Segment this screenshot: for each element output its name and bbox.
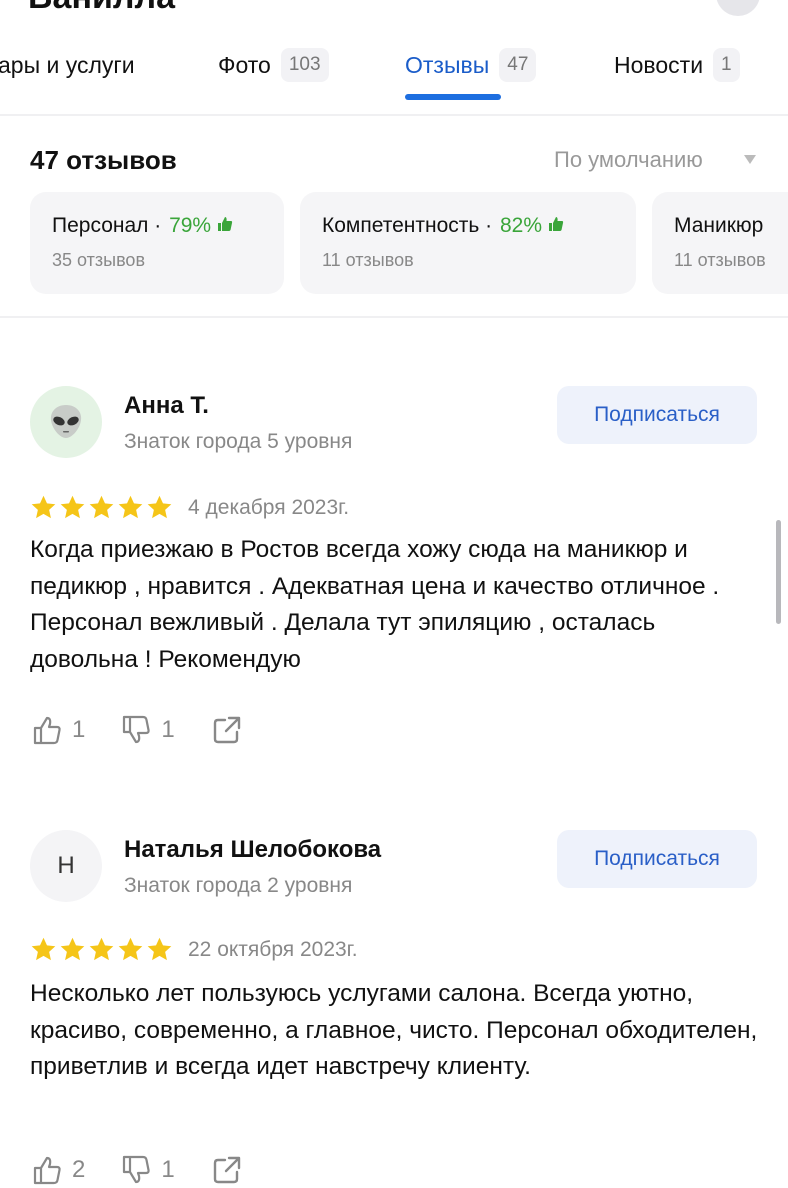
aspect-percent: 82%	[500, 214, 543, 237]
tab-count-badge: 103	[280, 48, 329, 82]
tab-label: Новости	[614, 51, 704, 78]
tab-reviews[interactable]: Отзывы 47	[405, 40, 537, 90]
tab-goods-services[interactable]: ары и услуги	[0, 40, 135, 90]
aspect-name: Компетентность	[322, 214, 480, 237]
share-icon	[213, 716, 240, 744]
star-icon	[89, 495, 114, 519]
review-actions: 1 1	[30, 712, 279, 748]
review-text: Когда приезжаю в Ростов всегда хожу сюда…	[30, 536, 720, 673]
star-icon	[147, 937, 172, 961]
thumbs-up-icon	[33, 716, 61, 745]
aspect-card-manicure[interactable]: Маникюр 11 отзывов	[652, 192, 788, 294]
review-actions: 2 1	[30, 1152, 279, 1188]
tab-count-badge: 1	[713, 48, 740, 82]
star-icon	[147, 495, 172, 519]
aspect-review-count: 11 отзывов	[322, 250, 414, 270]
page-title: Ванилла	[28, 0, 175, 17]
avatar[interactable]	[30, 386, 102, 458]
aspect-separator: ·	[148, 214, 168, 237]
tab-news[interactable]: Новости 1	[614, 40, 740, 90]
subscribe-button[interactable]: Подписаться	[557, 830, 757, 888]
close-button[interactable]	[716, 0, 760, 16]
review-date: 4 декабря 2023г.	[188, 496, 350, 519]
rating-stars	[30, 936, 173, 963]
divider	[0, 114, 788, 116]
share-button[interactable]	[209, 1152, 245, 1188]
tab-photo[interactable]: Фото 103	[218, 40, 329, 90]
thumbs-up-icon	[548, 216, 564, 236]
like-button[interactable]: 1	[30, 712, 85, 748]
review-author[interactable]: Анна Т.	[124, 392, 209, 420]
chevron-down-icon[interactable]	[744, 155, 756, 164]
like-count: 2	[72, 1156, 86, 1183]
subscribe-button[interactable]: Подписаться	[557, 386, 757, 444]
tab-label: Фото	[218, 51, 271, 78]
dislike-count: 1	[161, 1156, 175, 1183]
scrollbar[interactable]	[776, 520, 781, 624]
star-icon	[118, 937, 143, 961]
star-icon	[31, 495, 56, 519]
divider	[0, 316, 788, 318]
sort-dropdown[interactable]: По умолчанию	[554, 147, 703, 173]
review-text: Несколько лет пользуюсь услугами салона.…	[30, 980, 758, 1080]
tab-label: Отзывы	[405, 51, 490, 78]
share-button[interactable]	[209, 712, 245, 748]
like-button[interactable]: 2	[30, 1152, 85, 1188]
tab-count-badge: 47	[499, 48, 537, 82]
star-icon	[60, 495, 85, 519]
aspect-review-count: 11 отзывов	[674, 250, 766, 270]
star-icon	[89, 937, 114, 961]
dislike-count: 1	[161, 716, 175, 743]
star-icon	[118, 495, 143, 519]
author-level: Знаток города 5 уровня	[124, 430, 353, 453]
thumbs-up-icon	[217, 216, 233, 236]
like-count: 1	[72, 716, 86, 743]
avatar[interactable]: Н	[30, 830, 102, 902]
thumbs-down-icon	[123, 715, 151, 744]
avatar-initial: Н	[57, 852, 75, 879]
alien-icon	[50, 405, 82, 438]
aspect-card-personnel[interactable]: Персонал · 79% 35 отзывов	[30, 192, 284, 294]
thumbs-down-icon	[123, 1155, 151, 1184]
review-author[interactable]: Наталья Шелобокова	[124, 836, 381, 864]
share-icon	[213, 1156, 240, 1184]
reviews-count-title: 47 отзывов	[30, 145, 177, 175]
review-date: 22 октября 2023г.	[188, 938, 358, 961]
aspect-name: Маникюр	[674, 214, 764, 237]
dislike-button[interactable]: 1	[119, 712, 175, 748]
tab-bar: ары и услуги Фото 103 Отзывы 47 Новости …	[0, 40, 788, 104]
rating-stars	[30, 494, 173, 521]
dislike-button[interactable]: 1	[119, 1152, 175, 1188]
active-tab-indicator	[405, 94, 501, 100]
star-icon	[60, 937, 85, 961]
tab-label: ары и услуги	[0, 51, 135, 78]
aspect-percent: 79%	[169, 214, 212, 237]
thumbs-up-icon	[33, 1156, 61, 1185]
aspect-name: Персонал	[52, 214, 149, 237]
star-icon	[31, 937, 56, 961]
aspect-review-count: 35 отзывов	[52, 250, 146, 270]
aspect-separator: ·	[479, 214, 498, 237]
aspect-card-competence[interactable]: Компетентность · 82% 11 отзывов	[300, 192, 636, 294]
author-level: Знаток города 2 уровня	[124, 874, 353, 897]
